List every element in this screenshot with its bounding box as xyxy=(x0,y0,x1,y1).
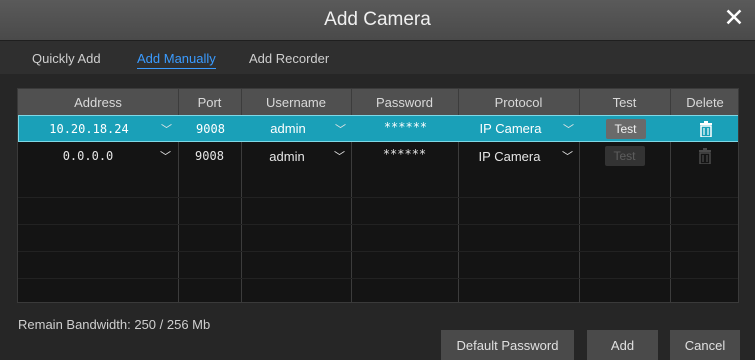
dialog-title: Add Camera xyxy=(324,9,431,30)
chevron-down-icon[interactable]: ﹀ xyxy=(160,148,171,164)
cancel-button[interactable]: Cancel xyxy=(670,330,740,360)
delete-cell xyxy=(671,116,738,141)
protocol-value[interactable]: IP Camera xyxy=(458,143,561,169)
column-header-address: Address xyxy=(74,94,122,110)
column-header-delete: Delete xyxy=(686,94,724,110)
column-header-port: Port xyxy=(197,94,222,110)
username-value[interactable]: admin xyxy=(242,116,334,141)
protocol-value[interactable]: IP Camera xyxy=(459,116,562,141)
remaining-bandwidth: Remain Bandwidth: 250 / 256 Mb xyxy=(18,317,211,332)
address-value[interactable]: 0.0.0.0 xyxy=(18,143,158,169)
column-header-username: Username xyxy=(266,94,326,110)
column-header-password: Password xyxy=(375,94,434,110)
test-cell: Test xyxy=(580,116,671,141)
column-header-protocol: Protocol xyxy=(494,94,543,110)
table-row[interactable]: 10.20.18.24 ﹀ 9008 admin ﹀ ****** IP Cam… xyxy=(18,115,738,142)
tab-add-recorder[interactable]: Add Recorder xyxy=(249,51,329,66)
row-divider xyxy=(18,224,738,225)
test-button: Test xyxy=(604,146,645,166)
trash-icon[interactable] xyxy=(699,120,713,137)
tab-bar: Quickly Add Add Manually Add Recorder xyxy=(0,41,755,74)
close-icon[interactable]: ✕ xyxy=(722,6,746,31)
table-row[interactable]: 0.0.0.0 ﹀ 9008 admin ﹀ ****** IP Camera … xyxy=(18,143,738,169)
password-value[interactable]: ****** xyxy=(351,143,458,169)
password-value[interactable]: ****** xyxy=(352,116,459,141)
tab-add-manually[interactable]: Add Manually xyxy=(137,51,216,69)
trash-icon xyxy=(699,148,711,164)
test-cell: Test xyxy=(579,143,670,169)
port-value[interactable]: 9008 xyxy=(178,143,241,169)
add-camera-dialog: Add Camera ✕ Quickly Add Add Manually Ad… xyxy=(0,0,755,360)
address-value[interactable]: 10.20.18.24 xyxy=(19,116,159,141)
row-divider xyxy=(18,251,738,252)
chevron-down-icon[interactable]: ﹀ xyxy=(334,148,345,164)
title-bar: Add Camera ✕ xyxy=(0,0,755,41)
chevron-down-icon[interactable]: ﹀ xyxy=(563,121,574,137)
table-header: Address Port Username Password Protocol … xyxy=(18,89,738,115)
username-value[interactable]: admin xyxy=(241,143,333,169)
row-divider xyxy=(18,197,738,198)
delete-cell xyxy=(670,143,738,169)
row-divider xyxy=(18,278,738,279)
default-password-button[interactable]: Default Password xyxy=(441,330,574,360)
chevron-down-icon[interactable]: ﹀ xyxy=(562,148,573,164)
tab-quickly-add[interactable]: Quickly Add xyxy=(32,51,101,66)
add-button[interactable]: Add xyxy=(587,330,658,360)
test-button[interactable]: Test xyxy=(605,118,646,139)
camera-table: Address Port Username Password Protocol … xyxy=(17,88,739,303)
port-value[interactable]: 9008 xyxy=(179,116,242,141)
column-header-test: Test xyxy=(612,94,637,110)
chevron-down-icon[interactable]: ﹀ xyxy=(335,121,346,137)
chevron-down-icon[interactable]: ﹀ xyxy=(161,121,172,137)
